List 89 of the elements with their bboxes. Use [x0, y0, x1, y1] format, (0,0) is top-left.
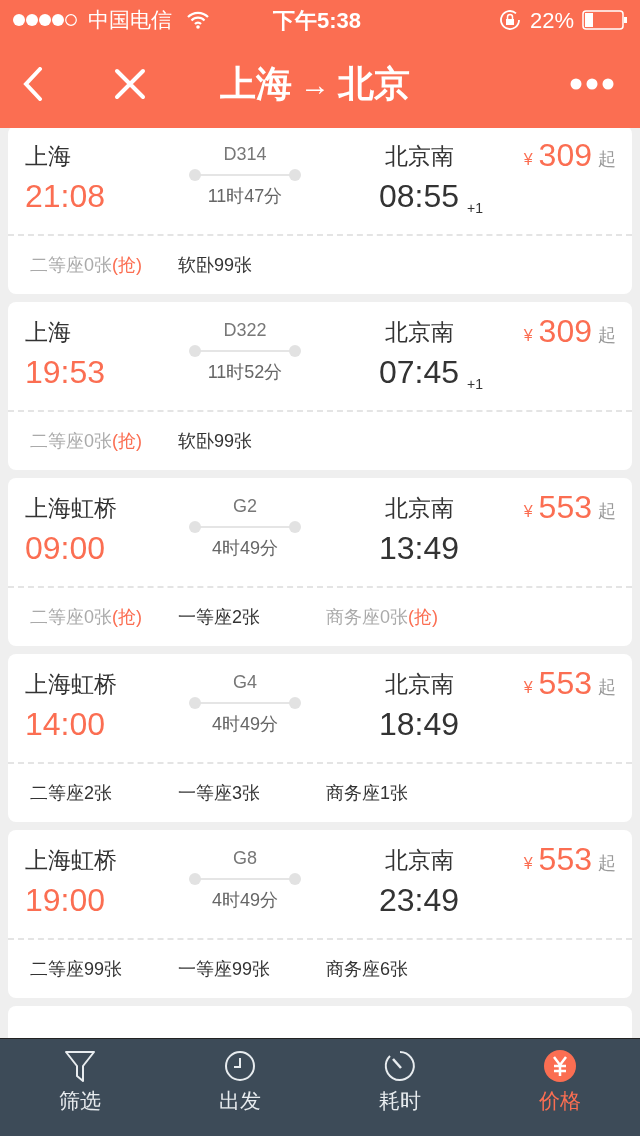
price: 309 [538, 312, 592, 350]
arrival-station: 北京南 [384, 142, 454, 171]
departure-station: 上海 [25, 142, 72, 171]
departure-station: 上海虹桥 [25, 494, 118, 523]
destination-city: 北京 [338, 62, 410, 106]
next-day-mark: +1 [467, 200, 483, 216]
departure-time: 09:00 [25, 529, 107, 568]
train-number: D314 [223, 143, 267, 166]
next-day-mark: +1 [467, 376, 483, 392]
currency-sign: ¥ [523, 502, 533, 522]
travel-duration: 4时49分 [211, 537, 278, 560]
back-icon[interactable] [22, 67, 44, 101]
price: 309 [538, 136, 592, 174]
arrival-station: 北京南 [384, 670, 454, 699]
train-number: G8 [233, 847, 257, 870]
arrival-time: 08:55 [378, 177, 460, 216]
arrival-time: 13:49 [378, 529, 460, 568]
currency-sign: ¥ [523, 326, 533, 346]
more-icon[interactable] [570, 78, 614, 90]
arrival-station: 北京南 [384, 846, 454, 875]
seat-availability: 商务座6张 [326, 957, 408, 981]
seat-availability: 一等座2张 [178, 605, 260, 629]
clock-icon [223, 1049, 257, 1083]
price-suffix: 起 [598, 324, 616, 346]
route-line-icon [188, 168, 302, 182]
train-number: G4 [233, 671, 257, 694]
seat-availability: 商务座0张 [326, 605, 408, 629]
train-card[interactable]: 上海 19:53 D322 11时52分 北京南 07:45 +1 ¥ 309 起 二等座0张(抢) 软卧99张 [8, 302, 632, 470]
tab-button[interactable]: 出发 [160, 1039, 320, 1136]
seat-availability: 二等座0张 [30, 605, 112, 629]
train-card[interactable]: 上海 21:08 D314 11时47分 北京南 08:55 +1 ¥ 309 起 二等座0张(抢) 软卧99张 [8, 126, 632, 294]
departure-station: 上海 [25, 318, 72, 347]
route-line-icon [188, 520, 302, 534]
origin-city: 上海 [220, 62, 292, 106]
carrier-name: 中国电信 [88, 7, 172, 34]
price-suffix: 起 [598, 852, 616, 874]
travel-duration: 11时52分 [207, 361, 283, 384]
signal-icon [12, 13, 80, 27]
train-card[interactable]: 上海虹桥 19:00 G8 4时49分 北京南 23:49 ¥ 553 起 二等座99张 一等座99张 商务座6张 [8, 830, 632, 998]
price: 553 [538, 488, 592, 526]
tab-button[interactable]: 耗时 [320, 1039, 480, 1136]
price-suffix: 起 [598, 500, 616, 522]
train-number: G2 [233, 495, 257, 518]
seat-availability: 二等座2张 [30, 781, 112, 805]
train-number: D322 [223, 319, 267, 342]
arrival-time: 18:49 [378, 705, 460, 744]
price: 553 [538, 840, 592, 878]
travel-duration: 11时47分 [207, 185, 283, 208]
close-icon[interactable] [114, 68, 146, 100]
route-line-icon [188, 344, 302, 358]
departure-time: 19:00 [25, 881, 107, 920]
departure-station: 上海虹桥 [25, 846, 118, 875]
currency-sign: ¥ [523, 854, 533, 874]
stopwatch-icon [383, 1049, 417, 1083]
wifi-icon [186, 11, 210, 29]
rotation-lock-icon [497, 8, 522, 32]
price: 553 [538, 664, 592, 702]
travel-duration: 4时49分 [211, 889, 278, 912]
arrival-station: 北京南 [384, 318, 454, 347]
seat-availability: 软卧99张 [178, 429, 253, 453]
arrival-time: 23:49 [378, 881, 460, 920]
departure-time: 14:00 [25, 705, 107, 744]
seat-availability: 商务座1张 [326, 781, 408, 805]
seat-availability: 二等座0张 [30, 253, 112, 277]
seat-availability: 一等座99张 [178, 957, 271, 981]
currency-sign: ¥ [523, 678, 533, 698]
arrival-station: 北京南 [384, 494, 454, 523]
arrival-time: 07:45 [378, 353, 460, 392]
route-arrow: → [300, 66, 330, 103]
route-line-icon [188, 872, 302, 886]
departure-time: 19:53 [25, 353, 107, 392]
seat-availability: 软卧99张 [178, 253, 253, 277]
travel-duration: 4时49分 [211, 713, 278, 736]
clock-time: 下午5:38 [273, 6, 362, 35]
price-suffix: 起 [598, 148, 616, 170]
departure-time: 21:08 [25, 177, 107, 216]
route-line-icon [188, 696, 302, 710]
battery-icon [582, 10, 628, 30]
seat-availability: 二等座0张 [30, 429, 112, 453]
yen-icon [543, 1049, 577, 1083]
seat-availability: 二等座99张 [30, 957, 123, 981]
currency-sign: ¥ [523, 150, 533, 170]
filter-icon [63, 1049, 97, 1083]
departure-station: 上海虹桥 [25, 670, 118, 699]
tab-button[interactable]: 筛选 [0, 1039, 160, 1136]
battery-percent: 22% [529, 6, 574, 35]
price-suffix: 起 [598, 676, 616, 698]
seat-availability: 一等座3张 [178, 781, 260, 805]
train-card[interactable]: 上海虹桥 14:00 G4 4时49分 北京南 18:49 ¥ 553 起 二等座2张 一等座3张 商务座1张 [8, 654, 632, 822]
